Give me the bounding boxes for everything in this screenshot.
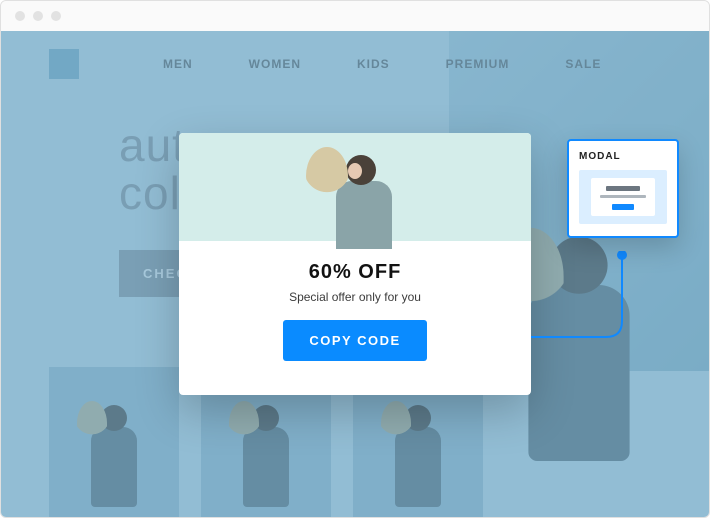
preview-line-icon [606, 186, 640, 191]
copy-code-button[interactable]: COPY CODE [283, 320, 426, 361]
window-control-dot[interactable] [15, 11, 25, 21]
preview-button-icon [612, 204, 634, 210]
person-illustration [300, 141, 410, 241]
window-titlebar [1, 1, 709, 31]
modal-headline: 60% OFF [199, 261, 511, 284]
window-control-dot[interactable] [33, 11, 43, 21]
badge-preview-inner [591, 178, 655, 216]
modal-type-badge[interactable]: MODAL [567, 139, 679, 238]
promo-modal: 60% OFF Special offer only for you COPY … [179, 133, 531, 395]
badge-label: MODAL [579, 151, 667, 162]
modal-hero-image [179, 133, 531, 241]
modal-body: 60% OFF Special offer only for you COPY … [179, 241, 531, 383]
modal-subtext: Special offer only for you [199, 290, 511, 304]
badge-preview [579, 170, 667, 224]
preview-line-icon [600, 195, 646, 198]
window-control-dot[interactable] [51, 11, 61, 21]
browser-window: MEN WOMEN KIDS PREMIUM SALE autumn colle… [0, 0, 710, 518]
